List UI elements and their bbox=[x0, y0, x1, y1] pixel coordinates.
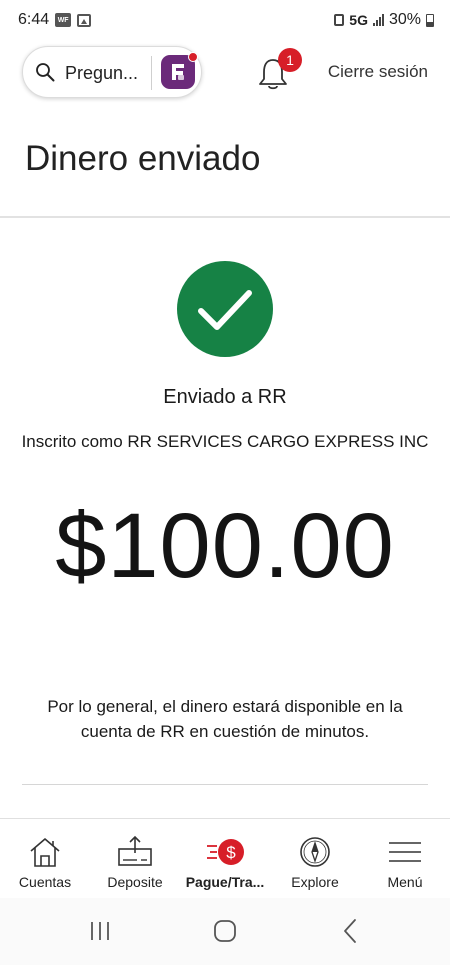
battery-icon bbox=[426, 13, 434, 27]
status-left: 6:44 WF bbox=[18, 11, 92, 29]
amount-sent: $100.00 bbox=[55, 495, 395, 597]
svg-text:$: $ bbox=[226, 843, 236, 862]
deposit-icon bbox=[118, 835, 152, 866]
status-right: 5G 30% bbox=[334, 11, 434, 29]
title-divider bbox=[0, 216, 450, 218]
home-icon bbox=[30, 838, 60, 867]
page-title: Dinero enviado bbox=[25, 139, 261, 178]
system-navigation-bar bbox=[0, 898, 450, 965]
nav-item-pay-transfer[interactable]: $ Pague/Tra... bbox=[180, 819, 270, 899]
bottom-navigation: Cuentas Deposite $ Pague/Tra... Explore bbox=[0, 818, 450, 898]
back-button-icon[interactable] bbox=[330, 916, 370, 946]
status-bar: 6:44 WF 5G 30% bbox=[0, 0, 450, 40]
search-bar[interactable]: Pregun... bbox=[22, 46, 202, 98]
availability-note: Por lo general, el dinero estará disponi… bbox=[47, 697, 403, 741]
pay-transfer-icon: $ bbox=[207, 839, 244, 865]
content-divider bbox=[22, 784, 428, 785]
pill-divider bbox=[151, 56, 152, 90]
status-time: 6:44 bbox=[18, 11, 50, 28]
sign-out-link[interactable]: Cierre sesión bbox=[328, 62, 428, 82]
nav-label-accounts: Cuentas bbox=[18, 874, 72, 890]
app-header: Pregun... 1 Cierre sesión bbox=[0, 44, 450, 100]
image-notification-icon bbox=[77, 13, 92, 27]
sent-to-text: Enviado a RR bbox=[163, 386, 287, 408]
search-icon bbox=[36, 63, 55, 82]
home-button-icon[interactable] bbox=[205, 916, 245, 946]
assistant-fargo-icon[interactable] bbox=[161, 52, 198, 89]
success-check-icon bbox=[177, 261, 273, 357]
nav-label-explore: Explore bbox=[291, 874, 339, 890]
search-input[interactable]: Pregun... bbox=[65, 63, 138, 84]
assistant-notification-dot bbox=[188, 52, 198, 62]
nav-label-menu: Menú bbox=[387, 874, 423, 890]
nav-label-deposit: Deposite bbox=[107, 874, 163, 890]
nav-item-deposit[interactable]: Deposite bbox=[90, 819, 180, 899]
compass-icon bbox=[300, 837, 330, 867]
wf-notification-icon: WF bbox=[55, 13, 72, 27]
network-type: 5G bbox=[349, 12, 368, 28]
nav-item-accounts[interactable]: Cuentas bbox=[0, 819, 90, 899]
enrolled-name-text: Inscrito como RR SERVICES CARGO EXPRESS … bbox=[21, 432, 429, 451]
lock-icon bbox=[334, 14, 345, 26]
nav-item-menu[interactable]: Menú bbox=[360, 819, 450, 899]
nav-item-explore[interactable]: Explore bbox=[270, 819, 360, 899]
hamburger-menu-icon bbox=[389, 842, 421, 862]
signal-icon bbox=[372, 14, 384, 26]
recent-apps-icon[interactable] bbox=[80, 916, 120, 946]
battery-percent: 30% bbox=[388, 11, 421, 28]
notification-count-badge: 1 bbox=[278, 48, 302, 72]
nav-label-pay-transfer: Pague/Tra... bbox=[185, 874, 265, 890]
